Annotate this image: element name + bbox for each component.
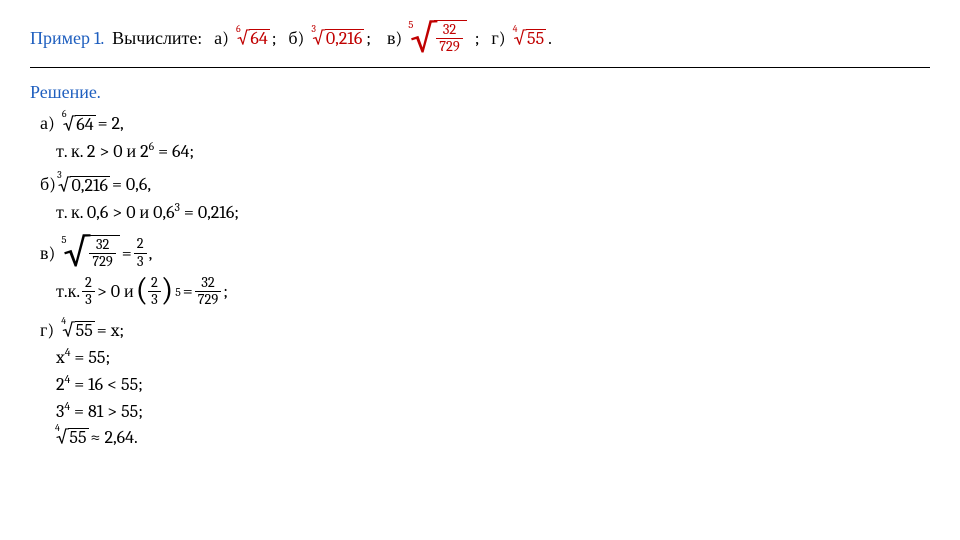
task-word: Вычислите:: [112, 28, 202, 49]
sol-v-frac-cond: 2 3: [82, 276, 95, 308]
sol-g-radical: 4 √55: [62, 319, 95, 341]
sol-b-eq: = 0,6,: [112, 174, 151, 195]
problem-header: Пример 1. Вычислите: а) 6 √64 ; б) 3 √0,…: [30, 20, 930, 57]
part-v-radical: 5 √ 32 729: [410, 20, 466, 57]
sol-v-line1: в) 5 √ 32 729 = 2 3 ,: [40, 235, 930, 272]
sol-g-letter: г): [40, 320, 54, 341]
sol-g-line2: x4 = 55;: [56, 345, 930, 368]
part-v-den: 729: [436, 39, 462, 54]
part-g-radical: 4 √55: [514, 27, 547, 49]
sol-v-paren: ( 2 3 ): [136, 276, 174, 308]
sol-a-eq: = 2,: [98, 113, 124, 134]
part-b-radical: 3 √0,216: [312, 27, 364, 49]
sol-v-fraction-left: 32 729: [89, 238, 115, 270]
part-b-radicand: 0,216: [325, 29, 364, 48]
sol-a-letter: а): [40, 113, 55, 134]
part-a-radicand: 64: [249, 29, 269, 48]
part-b-letter: б): [288, 28, 304, 49]
sol-g-eq: = x;: [97, 320, 124, 341]
part-a-index: 6: [236, 24, 241, 35]
sol-v-fraction-right: 2 3: [134, 237, 147, 269]
part-a-letter: а): [214, 28, 229, 49]
part-g-index: 4: [513, 24, 518, 35]
sol-v-line2: т.к. 2 3 > 0 и ( 2 3 ) 5 = 32 729 ;: [56, 276, 930, 308]
part-v-letter: в): [387, 28, 402, 49]
part-b-index: 3: [311, 24, 316, 35]
sol-g-line4: 34 = 81 > 55;: [56, 399, 930, 422]
sol-b-line1: б) 3 √0,216 = 0,6,: [40, 174, 930, 196]
sol-v-radical: 5 √ 32 729: [63, 235, 119, 272]
sol-a-radical: 6 √64: [63, 113, 96, 135]
semicolon-b: ;: [366, 28, 371, 49]
solution-label: Решение.: [30, 82, 930, 103]
sol-b-line2: т. к. 0,6 > 0 и 0,63 = 0,216;: [56, 200, 930, 223]
sol-g-radical-final: 4 √55: [56, 426, 89, 448]
part-v-fraction: 32 729: [436, 23, 462, 55]
divider: [30, 67, 930, 68]
sol-g-line1: г) 4 √55 = x;: [40, 319, 930, 341]
example-label: Пример 1.: [30, 28, 104, 49]
sol-b-letter: б): [40, 174, 56, 195]
part-v-num: 32: [436, 23, 462, 39]
sol-b-radical: 3 √0,216: [58, 174, 110, 196]
sol-a-line2: т. к. 2 > 0 и 26 = 64;: [56, 139, 930, 162]
sol-v-letter: в): [40, 243, 55, 264]
semicolon-a: ;: [272, 28, 277, 49]
semicolon-v: ;: [475, 28, 480, 49]
part-a-radical: 6 √64: [237, 27, 270, 49]
part-v-index: 5: [408, 18, 413, 31]
period-g: .: [548, 28, 552, 49]
sol-g-line5: 4 √55 ≈ 2,64.: [56, 426, 930, 448]
part-g-letter: г): [491, 28, 505, 49]
part-g-radicand: 55: [526, 29, 546, 48]
sol-g-line3: 24 = 16 < 55;: [56, 372, 930, 395]
sol-a-line1: а) 6 √64 = 2,: [40, 113, 930, 135]
sol-v-exp: 5: [175, 285, 181, 299]
sol-v-frac-result: 32 729: [195, 276, 221, 308]
